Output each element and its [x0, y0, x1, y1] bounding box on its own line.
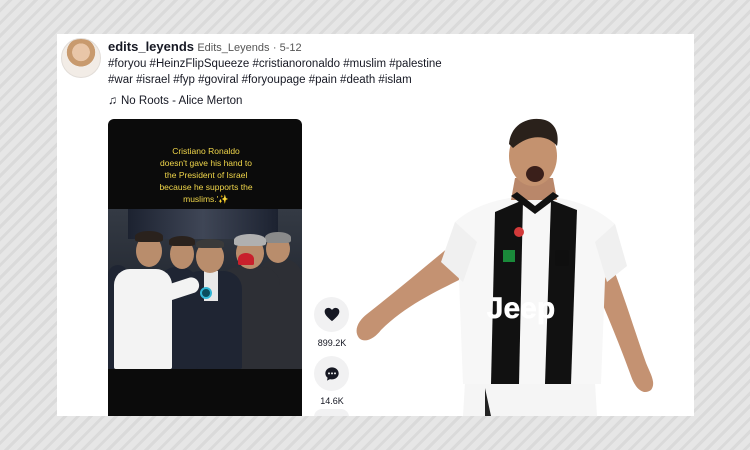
music-note-icon: ♫ — [108, 93, 117, 107]
comment-button[interactable] — [314, 356, 349, 391]
music-link[interactable]: ♫ No Roots - Alice Merton — [108, 93, 242, 107]
hashtags-line[interactable]: #war #israel #fyp #goviral #foryoupage #… — [108, 73, 498, 89]
caption-line: the President of Israel — [164, 170, 248, 180]
jersey-sponsor-text: Jeep — [487, 292, 555, 325]
nickname: Edits_Leyends — [197, 42, 270, 54]
caption-line: because he supports the — [159, 182, 253, 192]
like-button[interactable] — [314, 297, 349, 332]
caption-line: muslims.'✨ — [183, 194, 229, 204]
hashtag-list: #foryou #HeinzFlipSqueeze #cristianorona… — [108, 57, 498, 88]
video-player[interactable]: Cristiano Ronaldo doesn't gave his hand … — [108, 119, 302, 416]
hashtags-line[interactable]: #foryou #HeinzFlipSqueeze #cristianorona… — [108, 57, 498, 73]
tiktok-post-card: edits_leyends Edits_Leyends · 5-12 #fory… — [57, 34, 694, 416]
comment-icon — [324, 366, 339, 381]
caption-line: Cristiano Ronaldo — [172, 146, 240, 156]
avatar[interactable] — [61, 38, 101, 78]
video-caption: Cristiano Ronaldo doesn't gave his hand … — [138, 145, 274, 205]
username-link[interactable]: edits_leyends — [108, 39, 194, 54]
video-frame — [108, 209, 302, 369]
post-date: · 5-12 — [272, 42, 302, 54]
music-title: No Roots - Alice Merton — [121, 95, 243, 107]
player-photo: Jeep — [356, 118, 654, 416]
post-author-line: edits_leyends Edits_Leyends · 5-12 — [108, 39, 302, 54]
caption-line: doesn't gave his hand to — [160, 158, 252, 168]
heart-icon — [324, 307, 339, 322]
share-button[interactable] — [314, 409, 349, 416]
highlight-circle — [200, 287, 212, 299]
